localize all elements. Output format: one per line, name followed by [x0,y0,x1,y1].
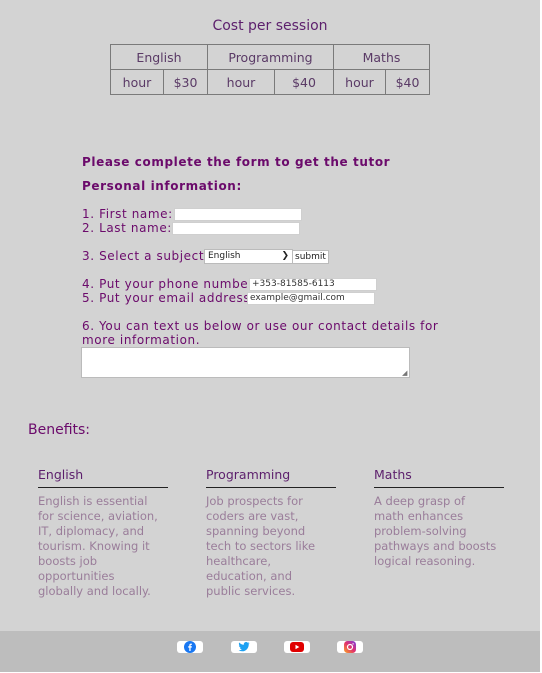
benefit-maths: Maths A deep grasp of math enhances prob… [374,467,504,569]
benefit-line: tourism. Knowing it [38,539,150,553]
benefit-line: pathways and boosts [374,539,497,553]
benefit-line: logical reasoning. [374,554,476,568]
benefit-line: globally and locally. [38,584,151,598]
resize-grip-icon[interactable]: ◢ [402,369,408,377]
email-label: 5. Put your email address [82,291,251,305]
last-name-label: 2. Last name: [82,221,172,235]
cost-subject-row: English Programming Maths [110,44,430,70]
benefit-line: for science, aviation, [38,509,158,523]
submit-button[interactable]: submit [292,250,329,264]
benefit-text: English is essential for science, aviati… [38,494,168,599]
personal-info-heading: Personal information: [82,179,242,193]
cost-rate-row: hour $30 hour $40 hour $40 [110,69,430,95]
youtube-icon-glyph [290,642,304,652]
benefit-line: boosts job [38,554,98,568]
subject-select[interactable]: English ❯ [204,249,293,264]
first-name-label: 1. First name: [82,207,173,221]
benefit-line: IT, diplomacy, and [38,524,145,538]
benefit-line: tech to sectors like [206,539,316,553]
chevron-down-icon: ❯ [281,251,289,261]
cost-unit: hour [207,69,275,95]
facebook-icon-glyph [184,641,196,653]
twitter-icon-glyph [238,642,250,652]
phone-label: 4. Put your phone number [82,277,254,291]
cost-price: $40 [274,69,334,95]
cost-subject-english: English [110,44,208,70]
cost-subject-programming: Programming [207,44,334,70]
benefit-english: English English is essential for science… [38,467,168,599]
text-prompt-line2: more information. [82,333,201,347]
first-name-input[interactable] [174,208,302,221]
benefits-title: Benefits: [28,422,91,438]
facebook-icon[interactable] [177,641,203,653]
subject-select-value: English [208,251,241,261]
page: Cost per session English Programming Mat… [0,0,540,672]
subject-label: 3. Select a subject [82,249,205,263]
benefit-line: opportunities [38,569,115,583]
cost-price: $40 [385,69,430,95]
benefit-line: education, and [206,569,293,583]
cost-title: Cost per session [212,18,328,34]
cost-price: $30 [163,69,208,95]
benefit-line: problem-solving [374,524,467,538]
cost-subject-maths: Maths [333,44,430,70]
benefit-line: math enhances [374,509,464,523]
cost-unit: hour [333,69,386,95]
instagram-icon-glyph [344,641,356,653]
benefit-line: coders are vast, [206,509,299,523]
benefit-title: Maths [374,467,504,488]
instagram-icon[interactable] [337,641,363,653]
benefit-title: English [38,467,168,488]
last-name-input[interactable] [172,222,300,235]
benefit-line: healthcare, [206,554,271,568]
footer [0,631,540,672]
cost-unit: hour [110,69,164,95]
message-textarea[interactable]: ◢ [81,347,410,378]
email-input[interactable]: example@gmail.com [247,292,375,305]
benefit-line: public services. [206,584,296,598]
benefit-text: Job prospects for coders are vast, spann… [206,494,336,599]
form-heading: Please complete the form to get the tuto… [82,155,391,169]
benefit-programming: Programming Job prospects for coders are… [206,467,336,599]
phone-input[interactable]: +353-81585-6113 [249,278,377,291]
benefit-title: Programming [206,467,336,488]
cost-table: English Programming Maths hour $30 hour … [110,44,430,95]
twitter-icon[interactable] [231,641,257,653]
benefit-line: English is essential [38,494,148,508]
benefit-line: A deep grasp of [374,494,466,508]
benefit-line: spanning beyond [206,524,306,538]
youtube-icon[interactable] [284,641,310,653]
benefit-text: A deep grasp of math enhances problem-so… [374,494,504,569]
benefit-line: Job prospects for [206,494,303,508]
text-prompt-line1: 6. You can text us below or use our cont… [82,319,439,333]
